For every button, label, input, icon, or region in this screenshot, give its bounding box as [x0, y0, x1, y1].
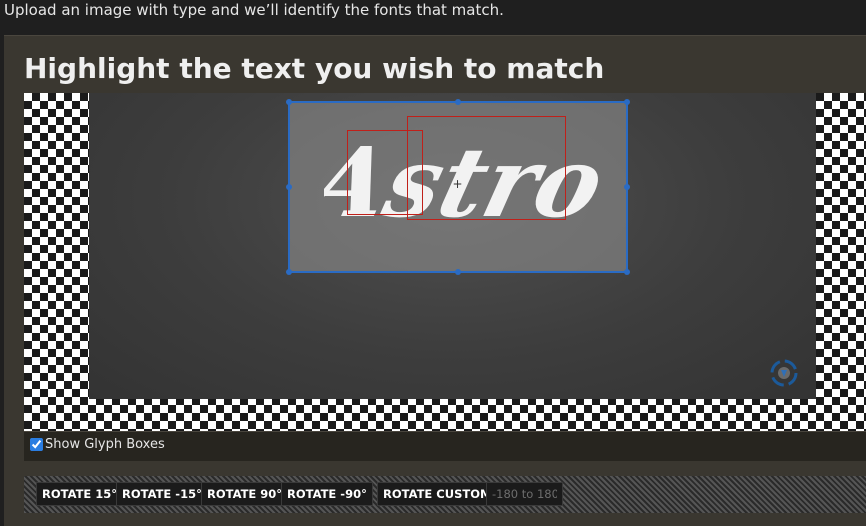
rotate-icon[interactable]	[762, 355, 806, 391]
rotate-15-button[interactable]: ROTATE 15°	[36, 482, 124, 506]
rotate-minus-15-button[interactable]: ROTATE -15°	[116, 482, 208, 506]
custom-rotation-input[interactable]	[486, 482, 563, 506]
resize-handle-sw[interactable]	[286, 269, 292, 275]
rotate-90-button[interactable]: ROTATE 90°	[201, 482, 289, 506]
page-title: Highlight the text you wish to match	[24, 52, 605, 85]
rotate-custom-button[interactable]: ROTATE CUSTOM	[377, 482, 498, 506]
glyph-options-bar: Show Glyph Boxes	[24, 431, 866, 461]
resize-handle-s[interactable]	[455, 269, 461, 275]
rotate-toolbar: ROTATE 15° ROTATE -15° ROTATE 90° ROTATE…	[24, 476, 866, 513]
resize-handle-ne[interactable]	[624, 99, 630, 105]
intro-text: Upload an image with type and we’ll iden…	[4, 1, 504, 19]
resize-handle-nw[interactable]	[286, 99, 292, 105]
resize-handle-se[interactable]	[624, 269, 630, 275]
crosshair-icon: +	[452, 177, 463, 191]
resize-handle-w[interactable]	[286, 184, 292, 190]
show-glyph-boxes-checkbox[interactable]	[30, 438, 43, 451]
glyph-box-stro	[407, 116, 566, 220]
resize-handle-n[interactable]	[455, 99, 461, 105]
resize-handle-e[interactable]	[624, 184, 630, 190]
show-glyph-boxes-label: Show Glyph Boxes	[45, 437, 165, 452]
rotate-minus-90-button[interactable]: ROTATE -90°	[281, 482, 373, 506]
show-glyph-boxes-option[interactable]: Show Glyph Boxes	[30, 437, 165, 452]
image-stage[interactable]: Astro +	[24, 93, 866, 431]
